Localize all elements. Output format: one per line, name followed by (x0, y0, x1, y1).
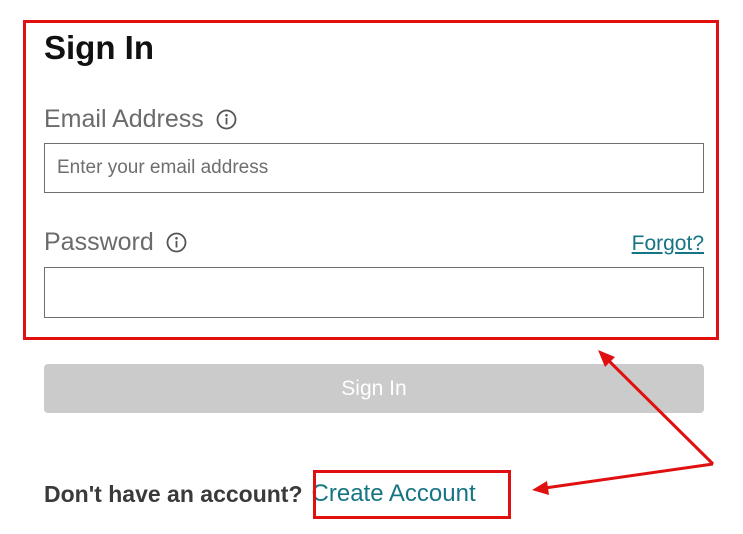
arrow-to-create-head (532, 481, 549, 495)
form-highlight-box (23, 20, 719, 340)
sign-in-button[interactable]: Sign In (44, 364, 704, 413)
arrow-to-create-line (544, 462, 714, 490)
create-account-highlight-box (313, 470, 511, 519)
no-account-prompt: Don't have an account? (44, 481, 303, 507)
